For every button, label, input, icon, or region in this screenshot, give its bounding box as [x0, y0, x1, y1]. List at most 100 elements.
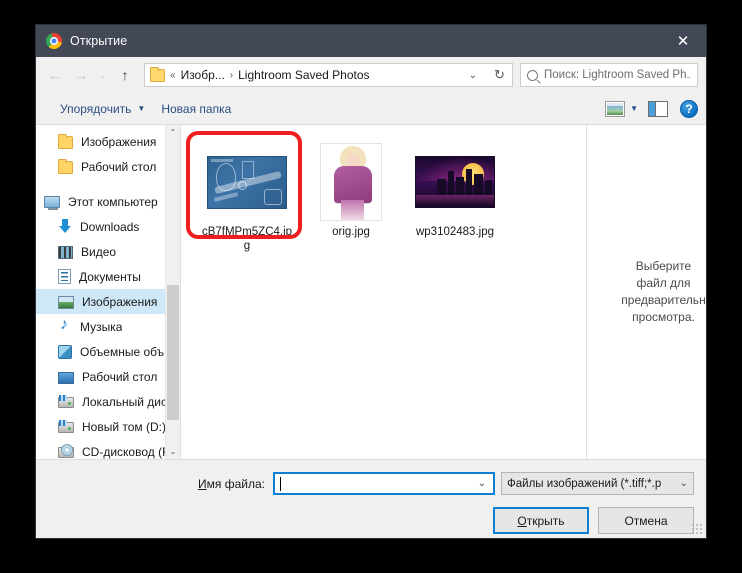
sidebar-item-desktop[interactable]: Рабочий стол [36, 364, 180, 389]
scroll-up-icon[interactable]: ⌃ [166, 125, 180, 140]
file-thumbnail [206, 143, 288, 221]
chevron-down-icon[interactable]: ⌄ [463, 70, 483, 81]
file-list[interactable]: cB7fMPm5ZC4.jpg orig.jpg wp3102483.jpg [181, 125, 586, 459]
preview-pane: Выберите файл для предварительн просмотр… [586, 125, 706, 459]
help-icon[interactable]: ? [680, 99, 698, 118]
sidebar-item-label: Музыка [80, 319, 123, 334]
local-disk-icon [58, 395, 74, 408]
recent-locations-button[interactable]: ⌄ [94, 62, 112, 88]
breadcrumb-overflow[interactable]: « [165, 70, 181, 81]
blueprint-thumbnail-image [207, 155, 287, 209]
sidebar-item-new-volume[interactable]: Новый том (D:) [36, 414, 180, 439]
sidebar-item-local-disk[interactable]: Локальный дис [36, 389, 180, 414]
sidebar-item-label: Изображения [82, 294, 158, 309]
file-item[interactable]: wp3102483.jpg [403, 139, 507, 257]
scroll-down-icon[interactable]: ⌄ [166, 444, 180, 459]
sidebar-divider [36, 179, 180, 189]
navigation-sidebar: Изображения Рабочий стол Этот компьютер … [36, 125, 181, 459]
downloads-icon [58, 219, 72, 234]
desktop-icon [58, 371, 74, 384]
preview-line-1: файл для [636, 276, 691, 290]
sidebar-item-label: Рабочий стол [82, 369, 158, 384]
open-file-dialog: Открытие ✕ ← → ⌄ ↑ « Изобр... › Lightroo… [36, 25, 706, 538]
filename-label-accel: И [198, 476, 207, 491]
back-button[interactable]: ← [42, 62, 68, 88]
filename-input[interactable]: ⌄ [272, 472, 495, 495]
address-bar[interactable]: « Изобр... › Lightroom Saved Photos ⌄ [144, 63, 488, 87]
cd-drive-icon [58, 444, 74, 458]
sidebar-item-pictures[interactable]: Изображения [36, 289, 180, 314]
filetype-select[interactable]: Файлы изображений (*.tiff;*.p ⌄ [501, 472, 694, 495]
organize-label: Упорядочить [60, 101, 132, 116]
filename-label: Имя файла: [198, 477, 265, 491]
scrollbar-thumb[interactable] [167, 285, 179, 420]
sidebar-item-video[interactable]: Видео [36, 239, 180, 264]
forward-button[interactable]: → [68, 62, 94, 88]
search-icon [527, 69, 538, 81]
sidebar-item-label: CD-дисковод (F: [82, 444, 173, 459]
preview-line-2: предварительн [621, 293, 706, 307]
sidebar-item-label: Видео [81, 244, 117, 259]
close-icon[interactable]: ✕ [660, 25, 706, 57]
preview-line-3: просмотра. [632, 310, 695, 324]
sidebar-item-music[interactable]: Музыка [36, 314, 180, 339]
sidebar-item-3d-objects[interactable]: Объемные объ [36, 339, 180, 364]
sidebar-item-label: Локальный дис [82, 394, 167, 409]
filetype-value: Файлы изображений (*.tiff;*.p [507, 477, 662, 490]
window-title: Открытие [70, 34, 128, 48]
dialog-body: Изображения Рабочий стол Этот компьютер … [36, 125, 706, 460]
chevron-down-icon: ▼ [137, 104, 146, 113]
text-caret [279, 476, 281, 491]
sidebar-item-this-pc[interactable]: Этот компьютер [36, 189, 180, 214]
organize-button[interactable]: Упорядочить ▼ [52, 98, 153, 120]
chevron-down-icon[interactable]: ⌄ [478, 478, 489, 489]
file-thumbnail [414, 143, 496, 221]
sidebar-item-label: Объемные объ [80, 344, 165, 359]
sidebar-item-desktop-quick[interactable]: Рабочий стол [36, 154, 180, 179]
sidebar-item-cd-drive[interactable]: CD-дисковод (F: [36, 439, 180, 459]
navigation-bar: ← → ⌄ ↑ « Изобр... › Lightroom Saved Pho… [36, 57, 706, 93]
up-button[interactable]: ↑ [112, 62, 138, 88]
music-icon [58, 316, 72, 334]
search-box[interactable]: Поиск: Lightroom Saved Ph... [520, 63, 698, 87]
file-name-label: orig.jpg [332, 226, 370, 238]
sidebar-item-label: Документы [79, 269, 141, 284]
button-row: Открыть Отмена [48, 507, 694, 534]
view-mode-icon[interactable] [605, 100, 626, 117]
portrait-thumbnail-image [320, 143, 382, 221]
3d-objects-icon [58, 345, 72, 359]
file-item[interactable]: orig.jpg [299, 139, 403, 257]
breadcrumb-item-1[interactable]: Lightroom Saved Photos [238, 68, 369, 82]
preview-pane-icon[interactable] [648, 100, 668, 117]
breadcrumb-item-0[interactable]: Изобр... [181, 68, 225, 82]
sidebar-item-label: Изображения [81, 134, 157, 149]
sidebar-scrollbar[interactable]: ⌃ ⌄ [165, 125, 180, 459]
chrome-icon [46, 33, 62, 49]
chevron-down-icon: ⌄ [679, 478, 688, 489]
refresh-icon[interactable]: ↻ [487, 63, 513, 87]
dialog-footer: Имя файла: ⌄ Файлы изображений (*.tiff;*… [36, 460, 706, 538]
open-button[interactable]: Открыть [493, 507, 589, 534]
resize-grip[interactable] [692, 524, 703, 535]
open-button-label: ткрыть [526, 513, 565, 528]
sidebar-item-label: Рабочий стол [81, 159, 157, 174]
breadcrumb-separator: › [229, 69, 234, 81]
sidebar-item-label: Этот компьютер [68, 194, 158, 209]
preview-line-0: Выберите [635, 259, 692, 273]
sidebar-list: Изображения Рабочий стол Этот компьютер … [36, 125, 180, 459]
filename-row: Имя файла: ⌄ Файлы изображений (*.tiff;*… [48, 460, 694, 495]
file-name-label: cB7fMPm5ZC4.jpg [201, 226, 293, 252]
folder-icon [150, 66, 165, 82]
cancel-button[interactable]: Отмена [598, 507, 694, 534]
chevron-down-icon[interactable]: ▼ [627, 104, 646, 113]
title-bar: Открытие ✕ [36, 25, 706, 57]
sidebar-item-label: Downloads [80, 219, 140, 234]
open-button-accel: О [517, 513, 527, 528]
new-folder-button[interactable]: Новая папка [153, 98, 239, 120]
file-item[interactable]: cB7fMPm5ZC4.jpg [195, 139, 299, 257]
sidebar-item-downloads[interactable]: Downloads [36, 214, 180, 239]
computer-icon [44, 196, 60, 210]
sidebar-item-pictures-quick[interactable]: Изображения [36, 129, 180, 154]
sidebar-item-documents[interactable]: Документы [36, 264, 180, 289]
view-controls: ▼ ? [605, 99, 698, 118]
